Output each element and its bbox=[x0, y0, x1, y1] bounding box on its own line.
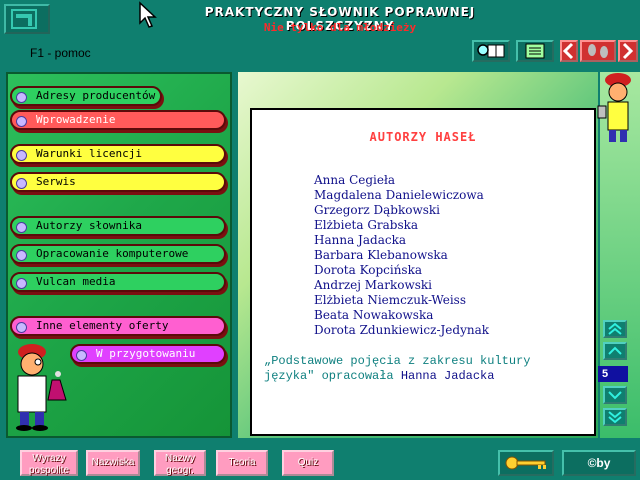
list-icon bbox=[525, 43, 545, 59]
menu-item-label: Vulcan media bbox=[36, 275, 116, 288]
bullet-icon bbox=[16, 92, 27, 103]
dictionary-search-button[interactable] bbox=[472, 40, 510, 62]
chevron-right-icon bbox=[622, 42, 634, 60]
author-name: Grzegorz Dąbkowski bbox=[314, 203, 441, 217]
menu-item-warunki[interactable]: Warunki licencji bbox=[10, 144, 226, 164]
key-button[interactable] bbox=[498, 450, 554, 476]
content-panel bbox=[250, 108, 596, 436]
author-name: Beata Nowakowska bbox=[314, 308, 434, 322]
button-label: geogr. bbox=[166, 465, 194, 476]
bullet-icon bbox=[16, 322, 27, 333]
scroll-down-button[interactable] bbox=[603, 386, 627, 404]
teoria-button[interactable]: Teoria bbox=[216, 450, 268, 476]
exit-button[interactable] bbox=[4, 4, 50, 34]
author-name: Elżbieta Niemczuk-Weiss bbox=[314, 293, 466, 307]
author-name: Dorota Kopcińska bbox=[314, 263, 423, 277]
author-name: Hanna Jadacka bbox=[314, 233, 406, 247]
menu-item-autorzy[interactable]: Autorzy słownika bbox=[10, 216, 226, 236]
menu-item-serwis[interactable]: Serwis bbox=[10, 172, 226, 192]
chevron-down-icon bbox=[608, 391, 622, 400]
note-text: języka" opracowała bbox=[264, 369, 394, 383]
menu-item-label: Serwis bbox=[36, 175, 76, 188]
button-label: Nazwiska bbox=[91, 457, 135, 468]
history-button[interactable] bbox=[580, 40, 616, 62]
bullet-icon bbox=[16, 250, 27, 261]
author-name: Barbara Klebanowska bbox=[314, 248, 448, 262]
author-name: Magdalena Danielewiczowa bbox=[314, 188, 484, 202]
menu-item-inne[interactable]: Inne elementy oferty bbox=[10, 316, 226, 336]
magnifier-book-icon bbox=[477, 44, 505, 58]
bullet-icon bbox=[16, 150, 27, 161]
previous-button[interactable] bbox=[560, 40, 578, 62]
chemist-mascot-icon bbox=[16, 344, 67, 431]
wyrazy-pospolite-button[interactable]: Wyrazy pospolite bbox=[20, 450, 78, 476]
author-name: Andrzej Markowski bbox=[314, 278, 432, 292]
nazwy-geogr-button[interactable]: Nazwy geogr. bbox=[154, 450, 206, 476]
author-name: Anna Cegieła bbox=[314, 173, 396, 187]
menu-item-opracowanie[interactable]: Opracowanie komputerowe bbox=[10, 244, 226, 264]
next-button[interactable] bbox=[618, 40, 638, 62]
menu-item-label: Warunki licencji bbox=[36, 147, 142, 160]
bullet-icon bbox=[16, 178, 27, 189]
menu-item-wprowadzenie[interactable]: Wprowadzenie bbox=[10, 110, 226, 130]
index-button[interactable] bbox=[516, 40, 554, 62]
note-text: „Podstawowe pojęcia z zakresu kultury bbox=[264, 354, 531, 368]
menu-item-adresy[interactable]: Adresy producentów bbox=[10, 86, 162, 106]
author-name: Dorota Zdunkiewicz-Jedynak bbox=[314, 323, 490, 337]
page-number: 5 bbox=[598, 366, 628, 382]
menu-item-label: Wprowadzenie bbox=[36, 113, 116, 126]
menu-item-label: Inne elementy oferty bbox=[36, 319, 169, 332]
bullet-icon bbox=[16, 116, 27, 127]
note-author: Hanna Jadacka bbox=[400, 369, 495, 383]
double-chevron-up-icon bbox=[608, 322, 622, 335]
menu-item-label: Opracowanie komputerowe bbox=[36, 247, 189, 260]
chevron-left-icon bbox=[562, 42, 574, 60]
bullet-icon bbox=[16, 278, 27, 289]
author-name: Elżbieta Grabska bbox=[314, 218, 419, 232]
painter-mascot-icon bbox=[597, 73, 631, 142]
menu-item-vulcan[interactable]: Vulcan media bbox=[10, 272, 226, 292]
door-exit-icon bbox=[11, 9, 37, 29]
content-heading: AUTORZY HASEŁ bbox=[369, 130, 477, 144]
help-hint: F1 - pomoc bbox=[30, 46, 91, 60]
nazwiska-button[interactable]: Nazwiska bbox=[86, 450, 140, 476]
button-label: Wyrazy bbox=[32, 453, 66, 464]
chevron-up-icon bbox=[608, 346, 622, 355]
scroll-top-button[interactable] bbox=[603, 320, 627, 338]
bullet-icon bbox=[16, 222, 27, 233]
button-label: Teoria bbox=[228, 457, 256, 468]
button-label: Quiz bbox=[297, 457, 319, 468]
key-icon bbox=[505, 456, 546, 470]
app-subtitle: Nie tylko dla młodzieży bbox=[263, 21, 417, 34]
menu-item-label: Adresy producentów bbox=[36, 89, 156, 102]
scroll-up-button[interactable] bbox=[603, 342, 627, 360]
menu-item-w-przygotowaniu[interactable]: W przygotowaniu bbox=[70, 344, 226, 364]
button-label: pospolite bbox=[28, 465, 70, 476]
copyright-label: ©by bbox=[587, 456, 611, 470]
note-text-line2: języka" opracowała Hanna Jadacka bbox=[264, 369, 494, 383]
menu-item-label: W przygotowaniu bbox=[96, 347, 196, 360]
scroll-bottom-button[interactable] bbox=[603, 408, 627, 426]
bullet-icon bbox=[76, 350, 87, 361]
menu-item-label: Autorzy słownika bbox=[36, 219, 142, 232]
copyright-button[interactable]: ©by bbox=[562, 450, 636, 476]
double-chevron-down-icon bbox=[608, 411, 622, 424]
footprints-icon bbox=[588, 44, 608, 58]
quiz-button[interactable]: Quiz bbox=[282, 450, 334, 476]
button-label: Nazwy bbox=[164, 453, 195, 464]
